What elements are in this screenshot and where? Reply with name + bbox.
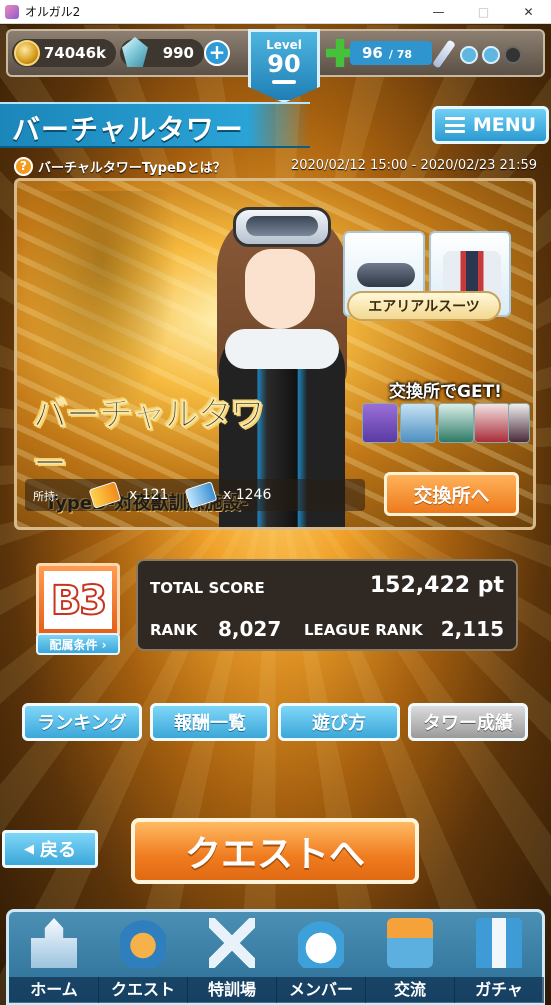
maximize-button[interactable]: □ [461,0,506,24]
curtain-icon [476,918,522,968]
sword-icon [432,39,456,69]
event-info-strip: ? バーチャルタワーTypeDとは？ 2020/02/12 15:00 - 20… [8,154,543,180]
game-screen: 74046k 990 + Level 90 96 / 78 バーチャルタワー M… [0,25,551,1005]
back-button[interactable]: ◀ 戻る [2,830,98,868]
nav-quest[interactable]: クエスト [98,912,188,1005]
assign-conditions-button[interactable]: 配属条件 › [36,633,120,655]
stamina-counter: 96 / 78 [350,41,432,65]
nav-home-label: ホーム [9,977,99,1003]
nav-training-label: 特訓場 [187,977,277,1003]
how-to-play-button[interactable]: 遊び方 [278,703,400,741]
menu-label: MENU [472,114,537,136]
ticket-holdings: 所持: x 121 x 1246 [25,479,365,511]
logo-title: バーチャルタワー [33,395,266,485]
gold-counter: 74046k [12,39,116,67]
gem-counter: 990 [120,37,204,67]
back-label: 戻る [40,840,76,861]
character-goggles [233,207,331,247]
add-gems-plus-icon[interactable]: + [204,40,230,66]
battle-point-dot-3 [504,46,522,64]
cat-girl-icon [298,918,344,968]
exchange-get-caption: 交換所でGET! [389,382,502,402]
gem-icon [122,37,148,67]
go-to-quest-button[interactable]: クエストへ [131,818,419,884]
battle-point-dot-2 [482,46,500,64]
gem-value: 990 [162,44,194,62]
rewards-list-button[interactable]: 報酬一覧 [150,703,270,741]
level-badge: Level 90 [248,29,320,103]
holdings-label: 所持: [33,490,59,503]
menu-button[interactable]: MENU [432,106,549,144]
status-hud: 74046k 990 + Level 90 96 / 78 [6,29,545,103]
nav-gacha[interactable]: ガチャ [454,912,544,1005]
crossed-swords-icon [209,918,255,968]
event-logo: バーチャルタワー TypeD-対夜獣訓練施設- [33,387,283,515]
castle-icon [31,918,77,968]
league-rank-value: 2,115 [440,617,504,641]
goggles-icon [357,263,415,287]
character-collar [225,329,339,369]
page-title: バーチャルタワー [12,113,244,146]
hair-accessory-icon [508,403,530,443]
nav-home[interactable]: ホーム [9,912,99,1005]
event-help-link[interactable]: バーチャルタワーTypeDとは？ [38,157,226,176]
battle-point-dot-1 [460,46,478,64]
hamburger-icon [444,117,465,133]
gold-ticket-count: x 121 [129,487,169,503]
nav-social-label: 交流 [365,977,455,1003]
ticket-icon [400,403,436,443]
gold-value: 74046k [43,44,106,62]
bottom-navigation: ホーム クエスト 特訓場 メンバー 交流 ガチャ [6,909,545,1005]
total-score-value: 152,422 pt [369,573,504,598]
gold-ticket-icon [88,481,122,509]
league-emblem: B3 配属条件 › [36,563,120,655]
ranking-button[interactable]: ランキング [22,703,142,741]
map-icon [387,918,433,968]
tower-results-button[interactable]: タワー成績 [408,703,528,741]
nav-members-label: メンバー [276,977,366,1003]
window-title: オルガル2 [25,5,81,19]
rank-label: RANK [150,621,198,639]
level-value: 90 [267,50,301,78]
league-badge-box: B3 [36,563,120,637]
character-face [245,249,315,329]
nav-members[interactable]: メンバー [276,912,366,1005]
total-score-label: TOTAL SCORE [150,579,265,597]
jacket-icon [438,403,474,443]
nav-quest-label: クエスト [98,977,188,1003]
league-badge: B3 [50,577,108,625]
exchange-items [362,403,530,447]
exchange-button[interactable]: 交換所へ [384,472,519,516]
stamina-current: 96 [362,44,383,62]
page-header: バーチャルタワー [0,102,310,148]
stamina-max: / 78 [388,48,413,61]
dragon-icon [120,918,166,968]
close-button[interactable]: ✕ [506,0,551,24]
event-banner[interactable]: エアリアルスーツ 交換所でGET! バーチャルタワー TypeD-対夜獣訓練施設… [14,178,536,530]
score-panel: TOTAL SCORE 152,422 pt RANK 8,027 LEAGUE… [136,559,518,651]
reward-name-ribbon: エアリアルスーツ [347,291,501,321]
coin-icon [14,40,40,66]
app-icon [5,4,19,19]
nav-gacha-label: ガチャ [454,977,544,1003]
level-progress-bar [272,80,296,84]
back-arrow-icon: ◀ [24,841,34,857]
nav-training[interactable]: 特訓場 [187,912,277,1005]
window-title-bar: オルガル2 — □ ✕ [0,0,551,24]
cat-ears-icon [474,403,510,443]
help-icon[interactable]: ? [14,157,33,176]
skill-book-icon [362,403,398,443]
event-period: 2020/02/12 15:00 - 2020/02/23 21:59 [290,158,537,173]
blue-ticket-icon [184,481,218,509]
blue-ticket-count: x 1246 [223,487,272,503]
league-rank-label: LEAGUE RANK [304,621,423,639]
rank-value: 8,027 [218,617,282,641]
minimize-button[interactable]: — [416,0,461,24]
nav-social[interactable]: 交流 [365,912,455,1005]
